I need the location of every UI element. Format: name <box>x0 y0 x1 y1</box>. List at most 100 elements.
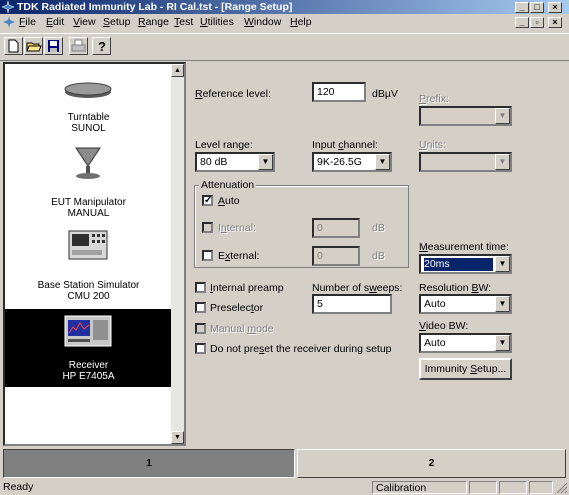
menu-range[interactable]: Range <box>138 14 169 31</box>
save-file-button[interactable] <box>44 37 63 55</box>
scroll-down-icon[interactable]: ▼ <box>171 431 184 444</box>
child-close-button[interactable]: × <box>548 17 562 28</box>
base-station-icon <box>68 230 108 260</box>
list-scrollbar[interactable]: ▲ ▼ <box>171 64 184 444</box>
external-attenuation-input[interactable]: 0 <box>312 246 360 266</box>
menu-view[interactable]: View <box>73 14 96 31</box>
list-item-label: Receiver <box>68 360 109 371</box>
svg-text:?: ? <box>98 39 106 54</box>
new-file-button[interactable] <box>4 37 23 55</box>
instrument-list[interactable]: Turntable SUNOL EUT Manipulator MANUAL B… <box>3 62 186 446</box>
status-bar: Ready Calibration <box>0 481 569 494</box>
immunity-setup-button[interactable]: Immunity Setup... <box>419 358 512 380</box>
menu-file[interactable]: File <box>19 14 36 31</box>
toolbar: ? <box>0 33 569 61</box>
list-item-base-station[interactable]: Base Station Simulator CMU 200 <box>5 230 172 306</box>
list-item-label: Base Station Simulator <box>37 280 140 291</box>
preselector-label: Preselector <box>210 302 264 314</box>
list-item-label: EUT Manipulator <box>51 197 126 208</box>
external-attenuation-checkbox[interactable] <box>202 250 213 261</box>
internal-attenuation-checkbox[interactable] <box>202 222 213 233</box>
list-item-eut-manipulator[interactable]: EUT Manipulator MANUAL <box>5 144 172 222</box>
close-button[interactable]: × <box>548 2 562 13</box>
menu-utilities[interactable]: Utilities <box>200 14 234 31</box>
print-button[interactable] <box>69 37 88 55</box>
measurement-time-label: Measurement time: <box>419 241 509 253</box>
printer-icon <box>71 39 86 52</box>
receiver-icon <box>64 315 112 347</box>
antenna-icon <box>75 147 101 179</box>
external-attenuation-label: External: <box>218 250 260 262</box>
menu-bar: File Edit View Setup Range Test Utilitie… <box>0 14 569 31</box>
scroll-up-icon[interactable]: ▲ <box>171 64 184 77</box>
status-text: Ready <box>3 481 34 493</box>
range-setup-panel: Reference level: 120 dBµV Prefix: ▼ Leve… <box>188 62 566 446</box>
do-not-preset-checkbox[interactable] <box>195 343 206 354</box>
dropdown-arrow-icon[interactable]: ▼ <box>495 335 510 351</box>
prefix-select[interactable]: ▼ <box>419 106 512 126</box>
menu-setup[interactable]: Setup <box>103 14 130 31</box>
auto-attenuation-checkbox[interactable]: ✓ <box>202 195 213 206</box>
dropdown-arrow-icon[interactable]: ▼ <box>495 154 510 170</box>
open-file-button[interactable] <box>24 37 43 55</box>
units-label: Units: <box>419 139 446 151</box>
menu-edit[interactable]: Edit <box>46 14 64 31</box>
minimize-button[interactable]: _ <box>515 2 529 13</box>
child-minimize-button[interactable]: _ <box>515 17 529 28</box>
help-question-icon: ? <box>98 39 106 54</box>
dropdown-arrow-icon[interactable]: ▼ <box>258 154 273 170</box>
dropdown-arrow-icon[interactable]: ▼ <box>495 256 510 272</box>
list-item-turntable[interactable]: Turntable SUNOL <box>5 78 172 134</box>
video-bw-select[interactable]: Auto ▼ <box>419 333 512 353</box>
internal-preamp-checkbox[interactable] <box>195 282 206 293</box>
level-range-select[interactable]: 80 dB ▼ <box>195 152 275 172</box>
status-panel <box>529 481 553 494</box>
auto-attenuation-label: Auto <box>218 195 240 207</box>
app-icon <box>2 1 14 13</box>
prefix-label: Prefix: <box>419 93 449 105</box>
internal-attenuation-label: Internal: <box>218 222 256 234</box>
tab-2[interactable]: 2 <box>297 449 566 478</box>
maximize-button[interactable]: □ <box>530 2 544 13</box>
list-item-receiver[interactable]: Receiver HP E7405A <box>5 309 172 387</box>
units-select[interactable]: ▼ <box>419 152 512 172</box>
video-bw-label: Video BW: <box>419 320 469 332</box>
menu-help[interactable]: Help <box>290 14 312 31</box>
dropdown-arrow-icon[interactable]: ▼ <box>495 108 510 124</box>
title-bar[interactable]: TDK Radiated Immunity Lab - RI Cal.tst -… <box>0 0 569 14</box>
internal-preamp-label: Internal preamp <box>210 282 284 294</box>
list-item-sublabel: SUNOL <box>71 123 106 134</box>
tab-1[interactable]: 1 <box>3 449 295 478</box>
level-range-label: Level range: <box>195 139 253 151</box>
turntable-icon <box>64 82 112 98</box>
resize-grip-icon[interactable] <box>556 482 568 494</box>
child-restore-button[interactable]: ▫ <box>530 17 544 28</box>
dropdown-arrow-icon[interactable]: ▼ <box>495 296 510 312</box>
reference-level-unit: dBµV <box>372 88 398 100</box>
number-of-sweeps-label: Number of sweeps: <box>312 282 403 294</box>
internal-attenuation-unit: dB <box>372 222 385 234</box>
input-channel-label: Input channel: <box>312 139 378 151</box>
internal-attenuation-input[interactable]: 0 <box>312 218 360 238</box>
manual-mode-checkbox[interactable] <box>195 323 206 334</box>
help-button[interactable]: ? <box>92 37 111 55</box>
number-of-sweeps-input[interactable]: 5 <box>312 294 392 314</box>
input-channel-select[interactable]: 9K-26.5G ▼ <box>312 152 392 172</box>
status-panel <box>469 481 497 494</box>
preselector-checkbox[interactable] <box>195 302 206 313</box>
new-file-icon <box>8 39 19 53</box>
resolution-bw-select[interactable]: Auto ▼ <box>419 294 512 314</box>
list-item-label: Turntable <box>67 112 110 123</box>
attenuation-title: Attenuation <box>199 179 257 191</box>
reference-level-label: Reference level: <box>195 88 271 100</box>
measurement-time-select[interactable]: 20ms ▼ <box>419 254 512 274</box>
document-icon[interactable] <box>3 16 15 28</box>
list-item-sublabel: HP E7405A <box>62 371 115 382</box>
dropdown-arrow-icon[interactable]: ▼ <box>375 154 390 170</box>
reference-level-input[interactable]: 120 <box>312 82 366 102</box>
list-item-sublabel: MANUAL <box>67 208 110 219</box>
menu-window[interactable]: Window <box>244 14 281 31</box>
window-title: TDK Radiated Immunity Lab - RI Cal.tst -… <box>17 1 293 13</box>
save-disk-icon <box>48 40 59 52</box>
menu-test[interactable]: Test <box>174 14 193 31</box>
